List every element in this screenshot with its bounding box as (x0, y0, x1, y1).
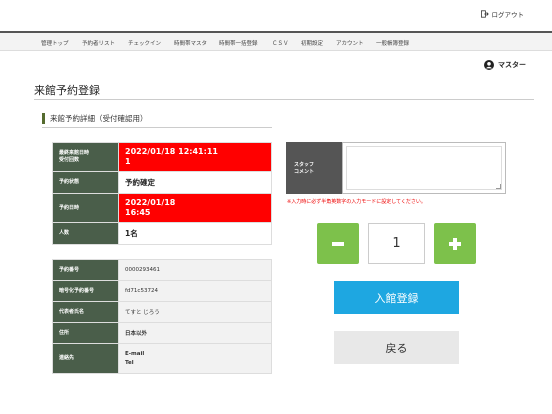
minus-icon (332, 241, 344, 246)
resize-grip-icon[interactable] (496, 184, 501, 189)
increment-button[interactable] (434, 223, 476, 264)
staff-comment-label: スタッフ コメント (286, 142, 342, 194)
contact-value: E-mail Tel (118, 343, 272, 374)
quantity-field[interactable]: 1 (368, 223, 425, 264)
address-value: 日本以外 (118, 322, 272, 344)
logout-link[interactable]: ログアウト (480, 9, 525, 19)
nav-item-timeslot-bulk[interactable]: 時間帯一括登録 (219, 39, 258, 47)
representative-name-value: てすと じろう (118, 301, 272, 323)
nav-item-account[interactable]: アカウント (336, 39, 364, 47)
table-row: 代表者氏名 てすと じろう (52, 301, 272, 323)
decrement-button[interactable] (317, 223, 359, 264)
row-label: 予約状態 (52, 171, 119, 194)
reservation-datetime-value: 2022/01/18 16:45 (118, 193, 272, 223)
table-row: 予約状態 予約確定 (52, 171, 272, 194)
row-label: 最終来館日時 受付回数 (52, 142, 119, 172)
staff-comment-input[interactable] (346, 146, 502, 190)
last-visit-value: 2022/01/18 12:41:11 1 (118, 142, 272, 172)
table-row: 最終来館日時 受付回数 2022/01/18 12:41:11 1 (52, 142, 272, 172)
user-menu[interactable]: マスター (484, 60, 526, 70)
nav-item-reservation-list[interactable]: 予約者リスト (82, 39, 115, 47)
nav-item-initial-settings[interactable]: 初期設定 (301, 39, 323, 47)
table-row: 暗号化予約番号 fd71c53724 (52, 280, 272, 302)
row-label: 住所 (52, 322, 119, 344)
nav-item-checkin[interactable]: チェックイン (128, 39, 161, 47)
title-divider (34, 99, 534, 100)
back-button[interactable]: 戻る (334, 331, 459, 364)
row-label: 予約番号 (52, 259, 119, 281)
staff-comment-textarea[interactable] (342, 142, 506, 194)
logout-icon (480, 10, 489, 18)
page-title: 来館予約登録 (34, 84, 100, 97)
section-title: 来館予約詳細（受付確認用） (42, 113, 148, 124)
plus-icon (449, 237, 461, 250)
table-row: 住所 日本以外 (52, 322, 272, 344)
reservation-info-table: 予約番号 0000293461 暗号化予約番号 fd71c53724 代表者氏名… (52, 259, 272, 374)
table-row: 予約日時 2022/01/18 16:45 (52, 193, 272, 223)
nav-item-general-register[interactable]: 一般帳簿登録 (376, 39, 409, 47)
party-size-value: 1名 (118, 222, 272, 245)
row-label: 予約日時 (52, 193, 119, 223)
nav-item-csv[interactable]: ＣＳＶ (272, 39, 289, 47)
status-value: 予約確定 (118, 171, 272, 194)
reservation-number-value: 0000293461 (118, 259, 272, 281)
table-row: 予約番号 0000293461 (52, 259, 272, 281)
encrypted-number-value: fd71c53724 (118, 280, 272, 302)
user-name: マスター (498, 61, 526, 69)
top-bar: ログアウト (0, 0, 552, 30)
register-entry-button[interactable]: 入館登録 (334, 281, 459, 314)
nav-item-timeslot-master[interactable]: 時間帯マスタ (174, 39, 207, 47)
table-row: 連絡先 E-mail Tel (52, 343, 272, 374)
row-label: 連絡先 (52, 343, 119, 374)
section-divider (42, 127, 272, 128)
main-nav: 管理トップ 予約者リスト チェックイン 時間帯マスタ 時間帯一括登録 ＣＳＶ 初… (0, 31, 552, 51)
table-row: 人数 1名 (52, 222, 272, 245)
user-icon (484, 60, 494, 70)
row-label: 人数 (52, 222, 119, 245)
nav-item-admin-top[interactable]: 管理トップ (41, 39, 69, 47)
row-label: 暗号化予約番号 (52, 280, 119, 302)
reservation-status-table: 最終来館日時 受付回数 2022/01/18 12:41:11 1 予約状態 予約確… (52, 142, 272, 245)
logout-label: ログアウト (491, 11, 525, 19)
input-mode-note: ※入力時に必ず半角英数字の入力モードに設定してください。 (287, 199, 426, 205)
row-label: 代表者氏名 (52, 301, 119, 323)
